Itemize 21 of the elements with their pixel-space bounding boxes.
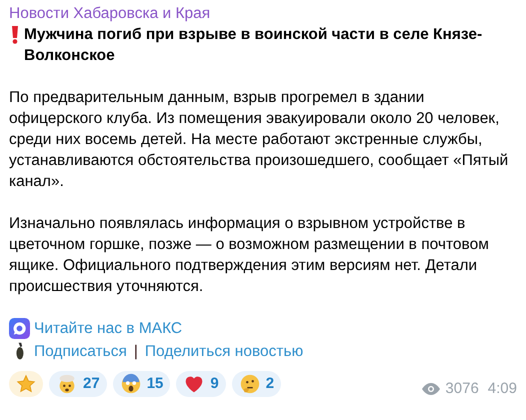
post-time: 4:09 [488, 379, 517, 399]
star-icon [16, 374, 36, 394]
share-link[interactable]: Поделиться новостью [144, 341, 304, 362]
reaction-button[interactable]: 2 [232, 370, 282, 396]
exclamation-icon [9, 26, 21, 44]
link-separator: | [134, 342, 138, 362]
subscribe-link[interactable]: Подписаться [34, 341, 127, 362]
post-headline: Мужчина погиб при взрыве в воинской части в селе Князе-Волконское [24, 25, 484, 66]
reaction-button[interactable]: 15 [112, 370, 170, 396]
thinking-face-icon [238, 372, 261, 394]
scream-icon [120, 372, 142, 394]
read-link[interactable]: Читайте нас в МАКС [34, 318, 182, 339]
reaction-button[interactable]: 27 [49, 370, 107, 396]
app-logo-icon [9, 318, 30, 339]
post-paragraph: Изначально появлялась информация о взрывном устройстве в цветочном горшке, позже — о возможном размещении в почтовом ящике. Официального подтверждения этим версиям нет. Детали происшествия уточняются. [9, 214, 490, 297]
post-paragraph: По предварительным данным, взрыв прогремел в здании офицерского клуба. Из помещения эвакуировали около 20 человек, среди них восемь детей. На месте работают экстренные службы, устанавливаются обстоятельства произошедшего, сообщает «Пятый канал». [9, 88, 510, 192]
view-count: 3076 [445, 379, 479, 399]
reaction-button[interactable] [9, 370, 43, 396]
channel-name[interactable]: Новости Хабаровска и Края [9, 3, 517, 24]
eye-icon [422, 382, 440, 394]
reaction-button[interactable]: 9 [176, 370, 226, 396]
